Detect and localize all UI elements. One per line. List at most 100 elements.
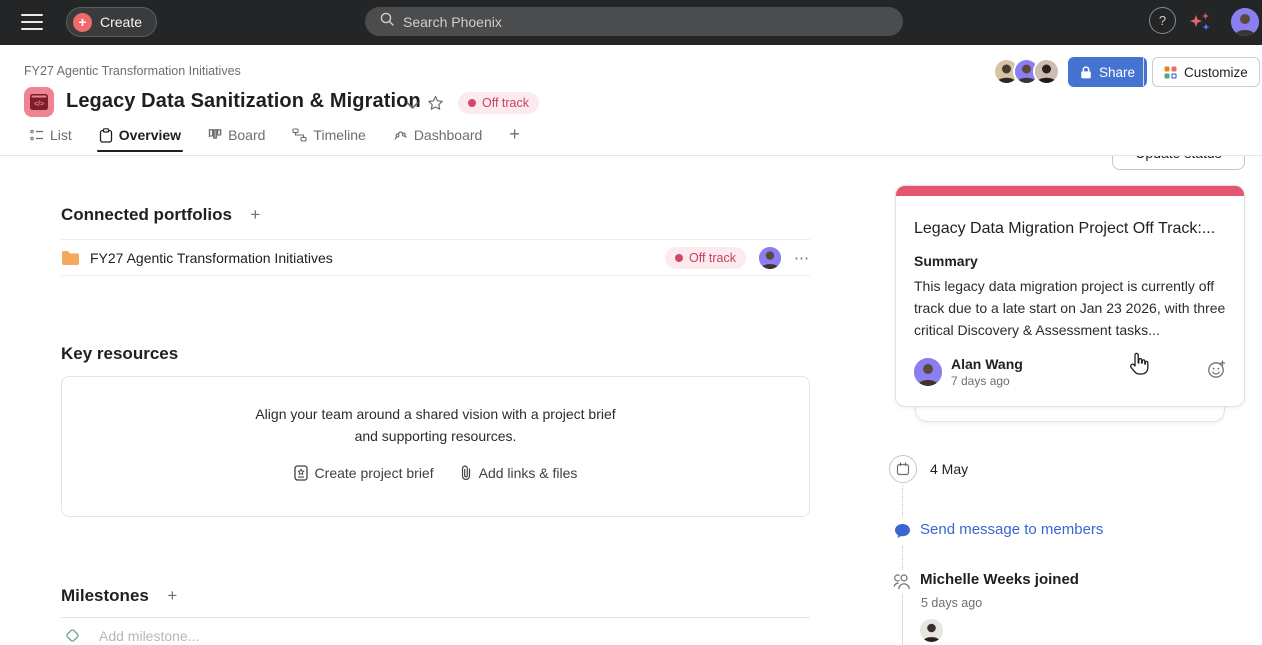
- summary-text: This legacy data migration project is cu…: [914, 275, 1226, 341]
- sidebar-toggle-button[interactable]: [21, 11, 45, 33]
- author-name: Alan Wang: [951, 356, 1023, 372]
- folder-icon: [61, 250, 80, 266]
- status-update-card[interactable]: Legacy Data Migration Project Off Track:…: [895, 185, 1245, 407]
- key-resources-description: Align your team around a shared vision w…: [62, 403, 809, 447]
- milestones-section: Milestones +: [61, 586, 177, 606]
- timeline-connector: [902, 546, 903, 570]
- timeline-icon: [292, 128, 307, 142]
- divider: [61, 617, 810, 618]
- status-dot: [675, 254, 683, 262]
- customize-grid-icon: [1164, 66, 1177, 79]
- topbar: + Create ?: [0, 0, 1262, 45]
- section-heading: Milestones: [61, 586, 149, 606]
- milestone-diamond-icon: [64, 627, 81, 644]
- portfolio-owner-avatar[interactable]: [759, 247, 781, 269]
- summary-label: Summary: [914, 253, 1226, 269]
- search-input[interactable]: [403, 14, 889, 30]
- board-icon: [208, 128, 222, 142]
- add-portfolio-button[interactable]: +: [250, 205, 260, 225]
- status-badge[interactable]: Off track: [458, 92, 539, 114]
- add-milestone-placeholder: Add milestone...: [99, 628, 199, 644]
- status-dot: [468, 99, 476, 107]
- joined-member-avatar[interactable]: [920, 619, 943, 642]
- chat-bubble-icon: [894, 523, 911, 544]
- previous-status-card-peek[interactable]: [915, 406, 1225, 422]
- smiley-plus-icon: [1207, 360, 1226, 379]
- calendar-icon: [896, 462, 910, 476]
- tab-dashboard[interactable]: Dashboard: [393, 127, 483, 152]
- svg-text:</>: </>: [34, 101, 44, 108]
- share-button-label: Share: [1099, 65, 1135, 80]
- ai-sparkles-icon[interactable]: [1186, 8, 1214, 36]
- key-resources-card: Align your team around a shared vision w…: [61, 376, 810, 517]
- member-avatars: [993, 58, 1060, 85]
- help-button[interactable]: ?: [1149, 7, 1176, 34]
- members-icon: [893, 573, 911, 595]
- add-links-files-button[interactable]: Add links & files: [460, 465, 578, 481]
- tab-overview[interactable]: Overview: [99, 127, 181, 152]
- customize-button[interactable]: Customize: [1152, 57, 1260, 87]
- chevron-down-icon[interactable]: [406, 97, 419, 115]
- portfolio-status-badge: Off track: [665, 247, 746, 269]
- divider: [1143, 58, 1144, 86]
- portfolio-row[interactable]: FY27 Agentic Transformation Initiatives …: [61, 239, 810, 276]
- project-code-icon: </>: [24, 87, 54, 117]
- lock-icon: [1080, 66, 1092, 79]
- project-header: FY27 Agentic Transformation Initiatives …: [0, 45, 1262, 156]
- add-tab-button[interactable]: +: [509, 125, 520, 152]
- list-icon: [30, 128, 44, 142]
- portfolio-name: FY27 Agentic Transformation Initiatives: [90, 250, 333, 266]
- view-tabs: List Overview Board Timeline Dashboard +: [30, 127, 520, 152]
- overview-content: Connected portfolios + FY27 Agentic Tran…: [0, 156, 1262, 645]
- add-milestone-button[interactable]: +: [167, 586, 177, 606]
- tab-board[interactable]: Board: [208, 127, 265, 152]
- app-window: + Create ? FY27 Agentic Transformation I…: [0, 0, 1262, 645]
- create-button[interactable]: + Create: [66, 7, 157, 37]
- connected-portfolios-section: Connected portfolios +: [61, 205, 260, 225]
- timeline-date: 4 May: [930, 461, 968, 477]
- update-status-button[interactable]: Update status: [1112, 156, 1245, 170]
- tab-label: Overview: [119, 127, 181, 143]
- plus-icon: +: [73, 13, 92, 32]
- member-avatar[interactable]: [1033, 58, 1060, 85]
- status-card-title: Legacy Data Migration Project Off Track:…: [914, 220, 1226, 238]
- status-card-color-bar: [896, 186, 1244, 196]
- tab-label: Board: [228, 127, 265, 143]
- status-panel: Off track Update status Legacy Data Migr…: [895, 156, 1245, 645]
- dashboard-icon: [393, 128, 408, 142]
- tab-timeline[interactable]: Timeline: [292, 127, 365, 152]
- tab-label: Dashboard: [414, 127, 483, 143]
- portfolio-status-label: Off track: [689, 251, 736, 265]
- tab-list[interactable]: List: [30, 127, 72, 152]
- share-button[interactable]: Share: [1068, 57, 1147, 87]
- create-project-brief-button[interactable]: Create project brief: [294, 465, 434, 481]
- row-menu-button[interactable]: ⋯: [794, 249, 810, 267]
- section-heading: Key resources: [61, 344, 178, 364]
- post-time: 7 days ago: [951, 374, 1023, 388]
- send-message-link[interactable]: Send message to members: [920, 521, 1103, 538]
- author-avatar[interactable]: [914, 358, 942, 386]
- section-heading: Connected portfolios: [61, 205, 232, 225]
- action-label: Create project brief: [315, 465, 434, 481]
- add-reaction-button[interactable]: [1207, 360, 1226, 384]
- star-favorite-icon[interactable]: [427, 95, 444, 117]
- tab-label: List: [50, 127, 72, 143]
- brief-document-icon: [294, 465, 308, 481]
- global-search[interactable]: [365, 7, 903, 36]
- status-badge-label: Off track: [482, 96, 529, 110]
- timeline-event-time: 5 days ago: [921, 596, 982, 610]
- timeline-date-marker: [889, 455, 917, 483]
- create-button-label: Create: [100, 14, 142, 30]
- page-title: Legacy Data Sanitization & Migration: [66, 90, 421, 113]
- timeline-event: Michelle Weeks joined: [920, 571, 1079, 588]
- paperclip-icon: [460, 465, 472, 481]
- help-icon: ?: [1159, 13, 1166, 28]
- timeline-connector: [902, 486, 903, 517]
- user-avatar[interactable]: [1231, 8, 1259, 36]
- action-label: Add links & files: [479, 465, 578, 481]
- search-icon: [379, 11, 395, 32]
- add-milestone-row[interactable]: Add milestone...: [64, 627, 199, 644]
- status-heading: Off track: [895, 156, 977, 162]
- breadcrumb[interactable]: FY27 Agentic Transformation Initiatives: [24, 64, 241, 78]
- key-resources-section: Key resources: [61, 344, 178, 364]
